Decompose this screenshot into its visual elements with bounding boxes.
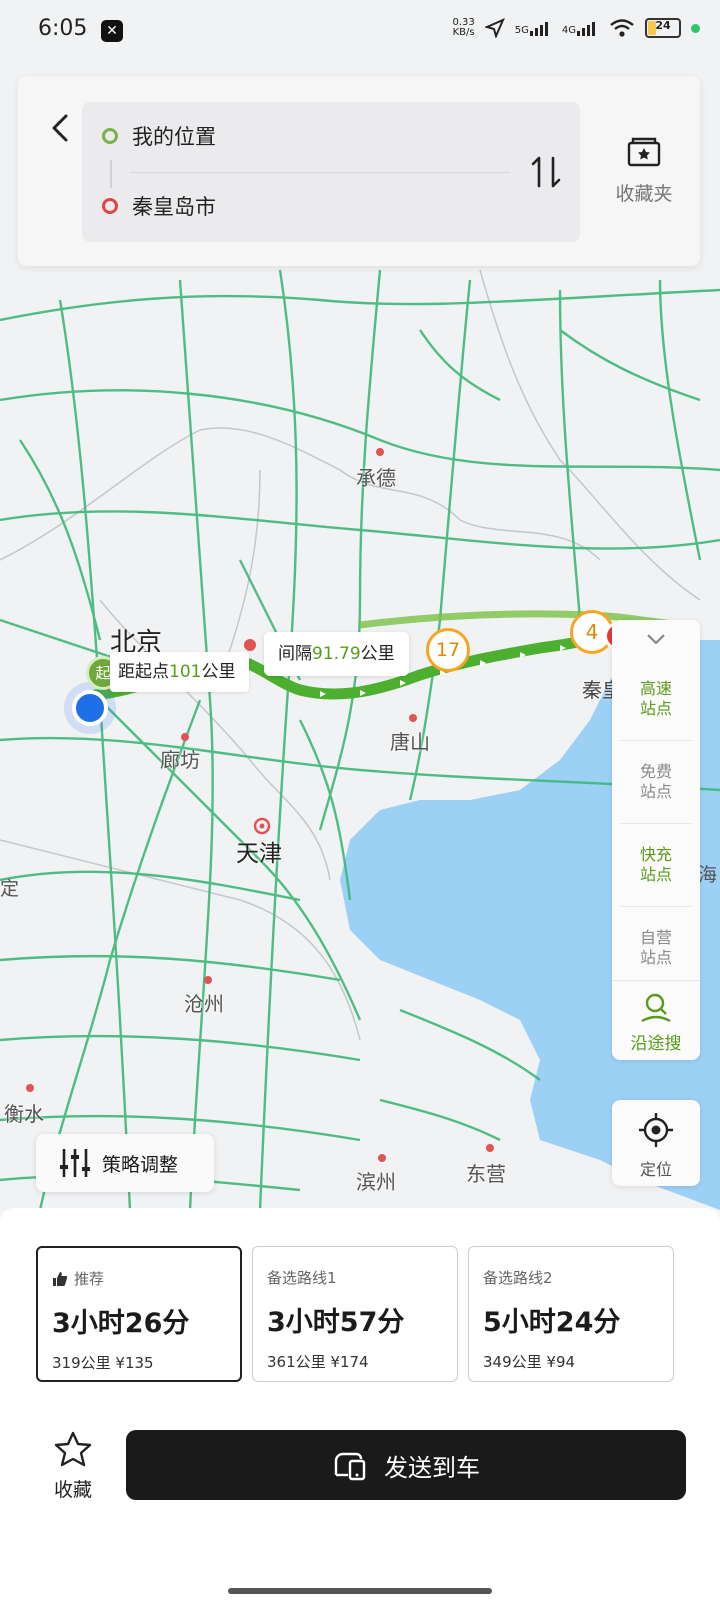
send-to-car-icon bbox=[334, 1452, 366, 1481]
route-inputs: 我的位置 秦皇岛市 bbox=[82, 102, 580, 242]
destination-text: 秦皇岛市 bbox=[132, 195, 216, 219]
send-to-car-button[interactable]: 发送到车 bbox=[126, 1430, 686, 1500]
collect-label: 收藏 bbox=[53, 1479, 92, 1501]
origin-field[interactable]: 我的位置 bbox=[102, 116, 216, 156]
signal-5g-icon: 5G bbox=[515, 20, 552, 36]
route-option-alt-1[interactable]: 备选路线1 3小时57分 361公里 ¥174 bbox=[252, 1246, 458, 1382]
destination-field[interactable]: 秦皇岛市 bbox=[102, 186, 216, 226]
route-option-recommended[interactable]: 推荐 3小时26分 319公里 ¥135 bbox=[36, 1246, 242, 1382]
search-along-label: 沿途搜 bbox=[630, 1034, 682, 1054]
capital-dot bbox=[244, 639, 256, 651]
folder-star-icon bbox=[627, 137, 661, 167]
locate-label: 定位 bbox=[639, 1160, 672, 1179]
city-dot bbox=[376, 448, 384, 456]
origin-text: 我的位置 bbox=[132, 125, 216, 149]
sliders-icon bbox=[60, 1149, 90, 1177]
route-duration: 3小时57分 bbox=[267, 1307, 405, 1338]
home-indicator bbox=[228, 1588, 492, 1594]
chevron-down-icon bbox=[647, 634, 665, 645]
origin-dot-icon bbox=[102, 128, 118, 144]
filter-highway-stations[interactable]: 高速 站点 bbox=[620, 658, 692, 740]
locate-button[interactable]: 定位 bbox=[612, 1100, 700, 1186]
route-duration: 5小时24分 bbox=[483, 1307, 621, 1338]
route-connector bbox=[110, 160, 112, 188]
collapse-button[interactable] bbox=[612, 620, 700, 658]
city-dot bbox=[486, 1144, 494, 1152]
network-speed: 0.33 KB/s bbox=[452, 17, 475, 38]
city-dot bbox=[181, 733, 189, 741]
route-options-sheet: 推荐 3小时26分 319公里 ¥135 备选路线1 3小时57分 361公里 … bbox=[0, 1208, 720, 1600]
search-along-route-button[interactable]: 沿途搜 bbox=[612, 980, 700, 1061]
status-bar: 6:05 ✕ 0.33 KB/s 5G 4G 24 bbox=[0, 0, 720, 66]
swap-icon[interactable] bbox=[526, 152, 566, 192]
current-location-dot bbox=[72, 690, 108, 726]
route-meta: 361公里 ¥174 bbox=[267, 1353, 369, 1371]
favorites-folder-label: 收藏夹 bbox=[615, 183, 673, 205]
strategy-adjust-button[interactable]: 策略调整 bbox=[36, 1134, 214, 1192]
strategy-label: 策略调整 bbox=[102, 1153, 179, 1176]
star-icon bbox=[54, 1431, 92, 1467]
send-to-car-label: 发送到车 bbox=[384, 1453, 480, 1482]
search-along-icon bbox=[641, 993, 671, 1023]
location-arrow-icon bbox=[484, 18, 505, 38]
route-duration: 3小时26分 bbox=[52, 1308, 190, 1339]
route-meta: 319公里 ¥135 bbox=[52, 1354, 154, 1372]
route-meta: 349公里 ¥94 bbox=[483, 1353, 576, 1371]
wifi-icon bbox=[610, 19, 634, 37]
signal-4g-icon: 4G bbox=[562, 20, 599, 36]
city-dot bbox=[26, 1084, 34, 1092]
city-dot bbox=[378, 1154, 386, 1162]
filter-free-stations[interactable]: 免费 站点 bbox=[620, 740, 692, 823]
battery-icon: 24 bbox=[645, 18, 681, 38]
collect-button[interactable]: 收藏 bbox=[40, 1430, 106, 1502]
privacy-indicator-dot bbox=[691, 23, 700, 33]
route-label: 推荐 bbox=[52, 1268, 226, 1289]
divider bbox=[130, 172, 510, 173]
route-option-alt-2[interactable]: 备选路线2 5小时24分 349公里 ¥94 bbox=[468, 1246, 674, 1382]
city-dot bbox=[409, 714, 417, 722]
city-dot bbox=[204, 976, 212, 984]
favorites-folder-button[interactable]: 收藏夹 bbox=[604, 136, 684, 206]
filter-fast-charge-stations[interactable]: 快充 站点 bbox=[620, 823, 692, 906]
destination-dot-icon bbox=[102, 198, 118, 214]
locate-icon bbox=[639, 1113, 673, 1147]
route-input-panel: 我的位置 秦皇岛市 收藏夹 bbox=[18, 76, 700, 266]
route-label: 备选路线1 bbox=[267, 1269, 337, 1287]
back-icon[interactable] bbox=[42, 108, 78, 148]
clock: 6:05 bbox=[38, 16, 88, 41]
thumbs-up-icon bbox=[53, 1271, 68, 1286]
poi-filter-panel: 高速 站点 免费 站点 快充 站点 自营 站点 沿途搜 bbox=[612, 620, 700, 1060]
route-label: 备选路线2 bbox=[483, 1269, 553, 1287]
app-notification-icon: ✕ bbox=[101, 20, 123, 42]
filter-self-operated-stations[interactable]: 自营 站点 bbox=[620, 906, 692, 989]
